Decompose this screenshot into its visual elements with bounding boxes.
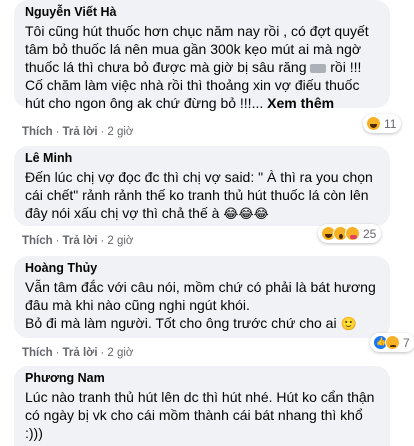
comment-bubble: Nguyễn Viết Hà Tôi cũng hút thuốc hơn ch… xyxy=(14,0,390,111)
comment-author[interactable]: Phương Nam xyxy=(25,371,382,386)
laughing-emoji-icon: 😂😂😂 xyxy=(223,206,269,221)
smile-emoji-icon: 🙂 xyxy=(340,316,357,331)
separator-dot: · xyxy=(100,126,105,138)
care-reaction-icon xyxy=(345,226,360,241)
comment-timestamp[interactable]: 2 giờ xyxy=(107,126,133,138)
haha-reaction-icon xyxy=(366,116,381,131)
reaction-summary[interactable]: 7 xyxy=(370,333,414,352)
comment-text: Tôi cũng hút thuốc hơn chục năm nay rồi … xyxy=(25,22,382,112)
blurred-word xyxy=(310,63,327,73)
separator-dot: · xyxy=(55,235,60,247)
comment-bubble: Hoàng Thủy Vẫn tâm đắc với câu nói, mồm … xyxy=(14,256,390,338)
comment-timestamp[interactable]: 2 giờ xyxy=(107,235,133,247)
comment-actions: Thích · Trả lời · 2 giờ xyxy=(22,235,133,247)
reaction-count: 7 xyxy=(403,335,410,350)
comment-actions: Thích · Trả lời · 2 giờ xyxy=(22,347,133,359)
comment-author[interactable]: Nguyễn Viết Hà xyxy=(25,5,382,20)
comment-author[interactable]: Hoàng Thủy xyxy=(25,261,382,276)
reaction-summary[interactable]: 11 xyxy=(363,114,402,133)
comment-text-part: Vẫn tâm đắc với câu nói, mồm chứ có phải… xyxy=(25,279,376,331)
separator-dot: · xyxy=(55,347,60,359)
reaction-summary[interactable]: 25 xyxy=(318,224,382,243)
comment-timestamp[interactable]: 2 giờ xyxy=(107,347,133,359)
comment-actions: Thích · Trả lời · 2 giờ xyxy=(22,126,133,138)
reply-button[interactable]: Trả lời xyxy=(63,347,98,359)
reply-button[interactable]: Trả lời xyxy=(63,235,98,247)
comment-text: Lúc nào tranh thủ hút lên dc thì hút nhé… xyxy=(25,389,375,441)
separator-dot: · xyxy=(100,347,105,359)
comment-bubble: Phương Nam Lúc nào tranh thủ hút lên dc … xyxy=(14,366,390,446)
separator-dot: · xyxy=(55,126,60,138)
like-button[interactable]: Thích xyxy=(22,235,53,247)
sad-reaction-icon xyxy=(385,335,400,350)
reaction-count: 25 xyxy=(363,226,377,241)
like-button[interactable]: Thích xyxy=(22,126,53,138)
reply-button[interactable]: Trả lời xyxy=(63,126,98,138)
comment-text: Đến lúc chị vợ đọc đc thì chị vợ said: "… xyxy=(25,168,382,223)
separator-dot: · xyxy=(100,235,105,247)
comment-text-part: Đến lúc chị vợ đọc đc thì chị vợ said: "… xyxy=(25,169,373,221)
reaction-count: 11 xyxy=(384,116,397,131)
comment-bubble: Lê Minh Đến lúc chị vợ đọc đc thì chị vợ… xyxy=(14,146,390,226)
comment-text: Vẫn tâm đắc với câu nói, mồm chứ có phải… xyxy=(25,278,382,333)
like-button[interactable]: Thích xyxy=(22,347,53,359)
comment-author[interactable]: Lê Minh xyxy=(25,151,382,166)
see-more-link[interactable]: Xem thêm xyxy=(267,95,334,111)
